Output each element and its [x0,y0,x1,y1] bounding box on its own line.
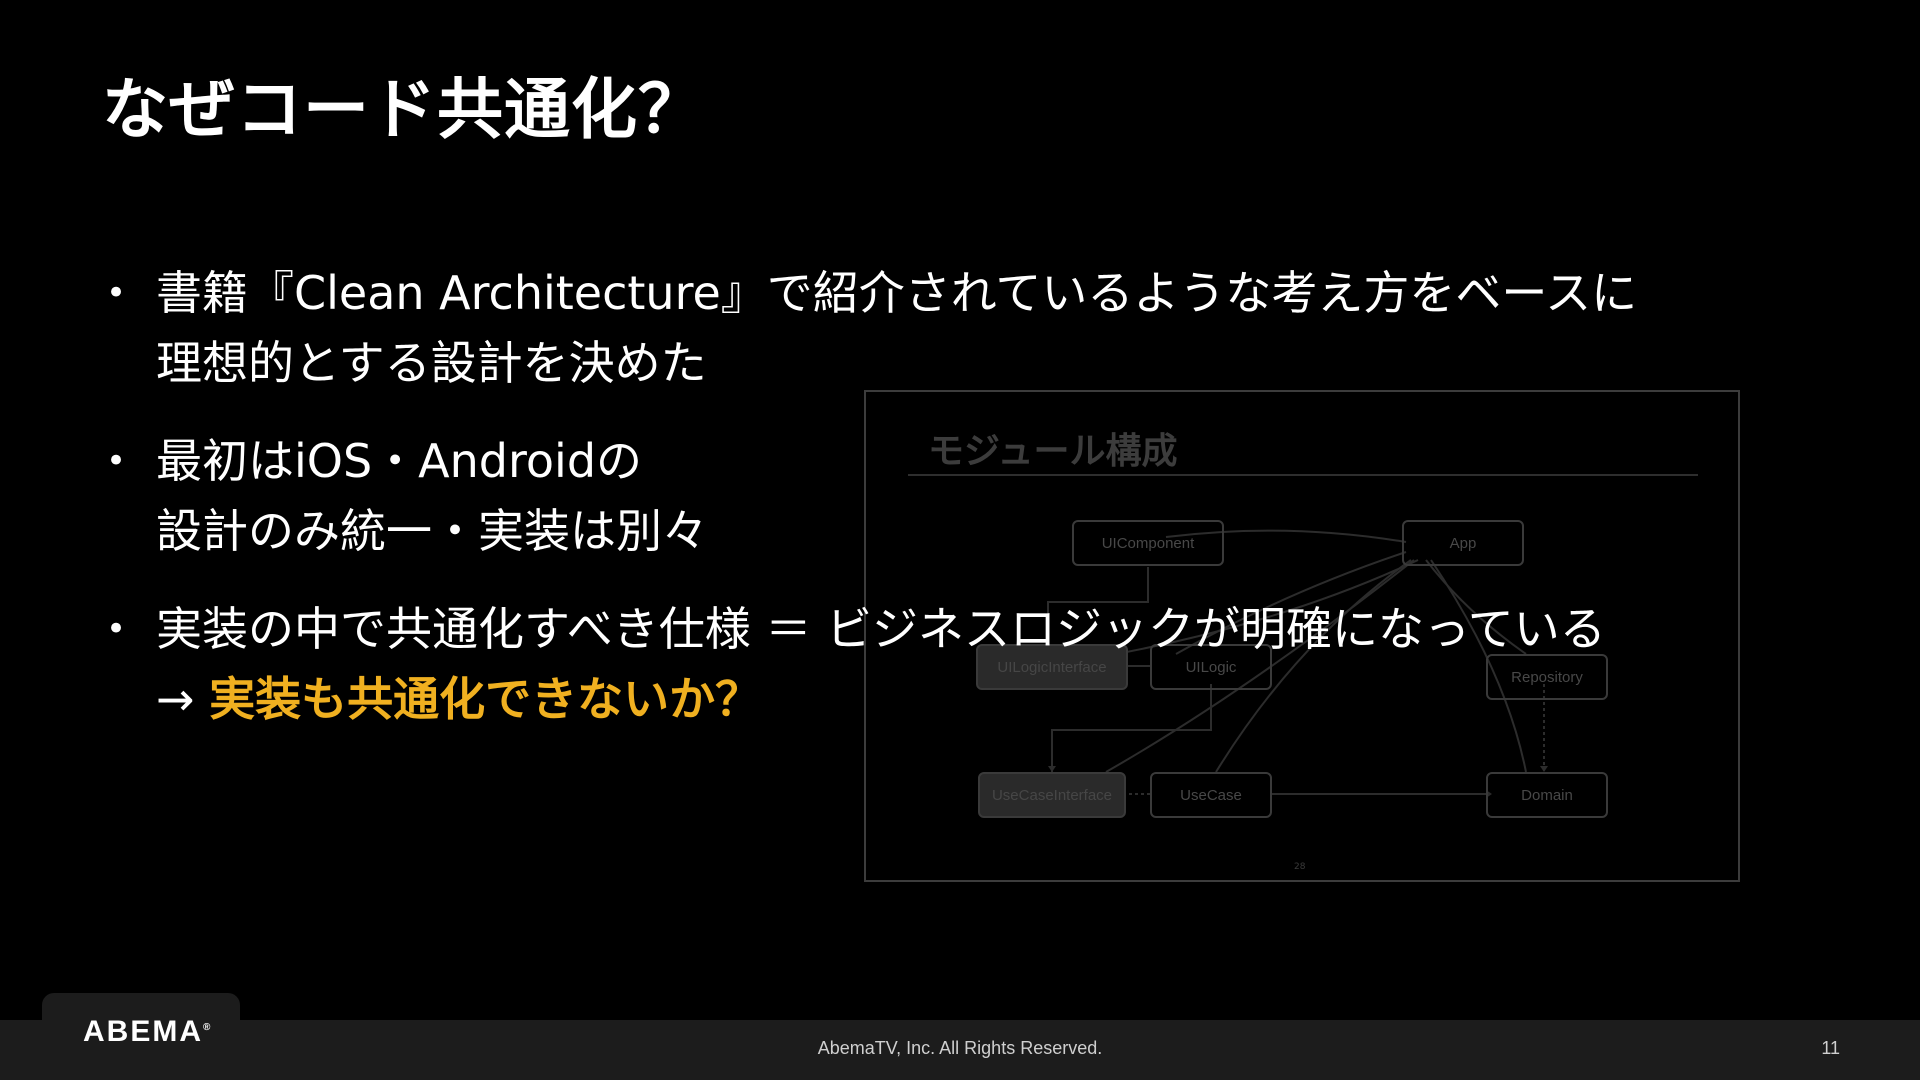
bullet-1-line-2: 理想的とする設計を決めた [156,336,707,390]
bullet-1-line-1: 書籍『Clean Architecture』で紹介されているような考え方をベース… [156,266,1638,320]
copyright-text: AbemaTV, Inc. All Rights Reserved. [817,1038,1103,1058]
bullet-item: • 最初はiOS・Androidの 設計のみ統一・実装は別々 [106,426,1826,566]
bullet-2-line-1: 最初はiOS・Androidの [156,434,643,488]
bullet-marker: • [106,441,127,481]
diagram-page-number: 28 [1294,862,1306,872]
bullet-3-line-2: → 実装も共通化できないか？ [156,664,1826,734]
bullet-item: • 実装の中で共通化すべき仕様 ＝ ビジネスロジックが明確になっている → 実装… [106,594,1826,734]
bullet-3-line-1: 実装の中で共通化すべき仕様 ＝ ビジネスロジックが明確になっている [156,602,1606,656]
node-domain: Domain [1486,772,1608,818]
bullet-2-line-2: 設計のみ統一・実装は別々 [156,504,708,558]
bullet-item: • 書籍『Clean Architecture』で紹介されているような考え方をベ… [106,258,1826,398]
bullet-marker: • [106,609,127,649]
bullet-marker: • [106,273,127,313]
arrow-icon: → [156,672,210,726]
highlight-text: 実装も共通化できないか？ [209,672,762,726]
page-number: 11 [1821,1038,1840,1058]
slide-title: なぜコード共通化？ [102,71,705,148]
registered-mark: ® [203,1022,213,1033]
node-usecaseinterface: UseCaseInterface [978,772,1126,818]
node-usecase: UseCase [1150,772,1272,818]
bullet-list: • 書籍『Clean Architecture』で紹介されているような考え方をベ… [106,258,1826,762]
